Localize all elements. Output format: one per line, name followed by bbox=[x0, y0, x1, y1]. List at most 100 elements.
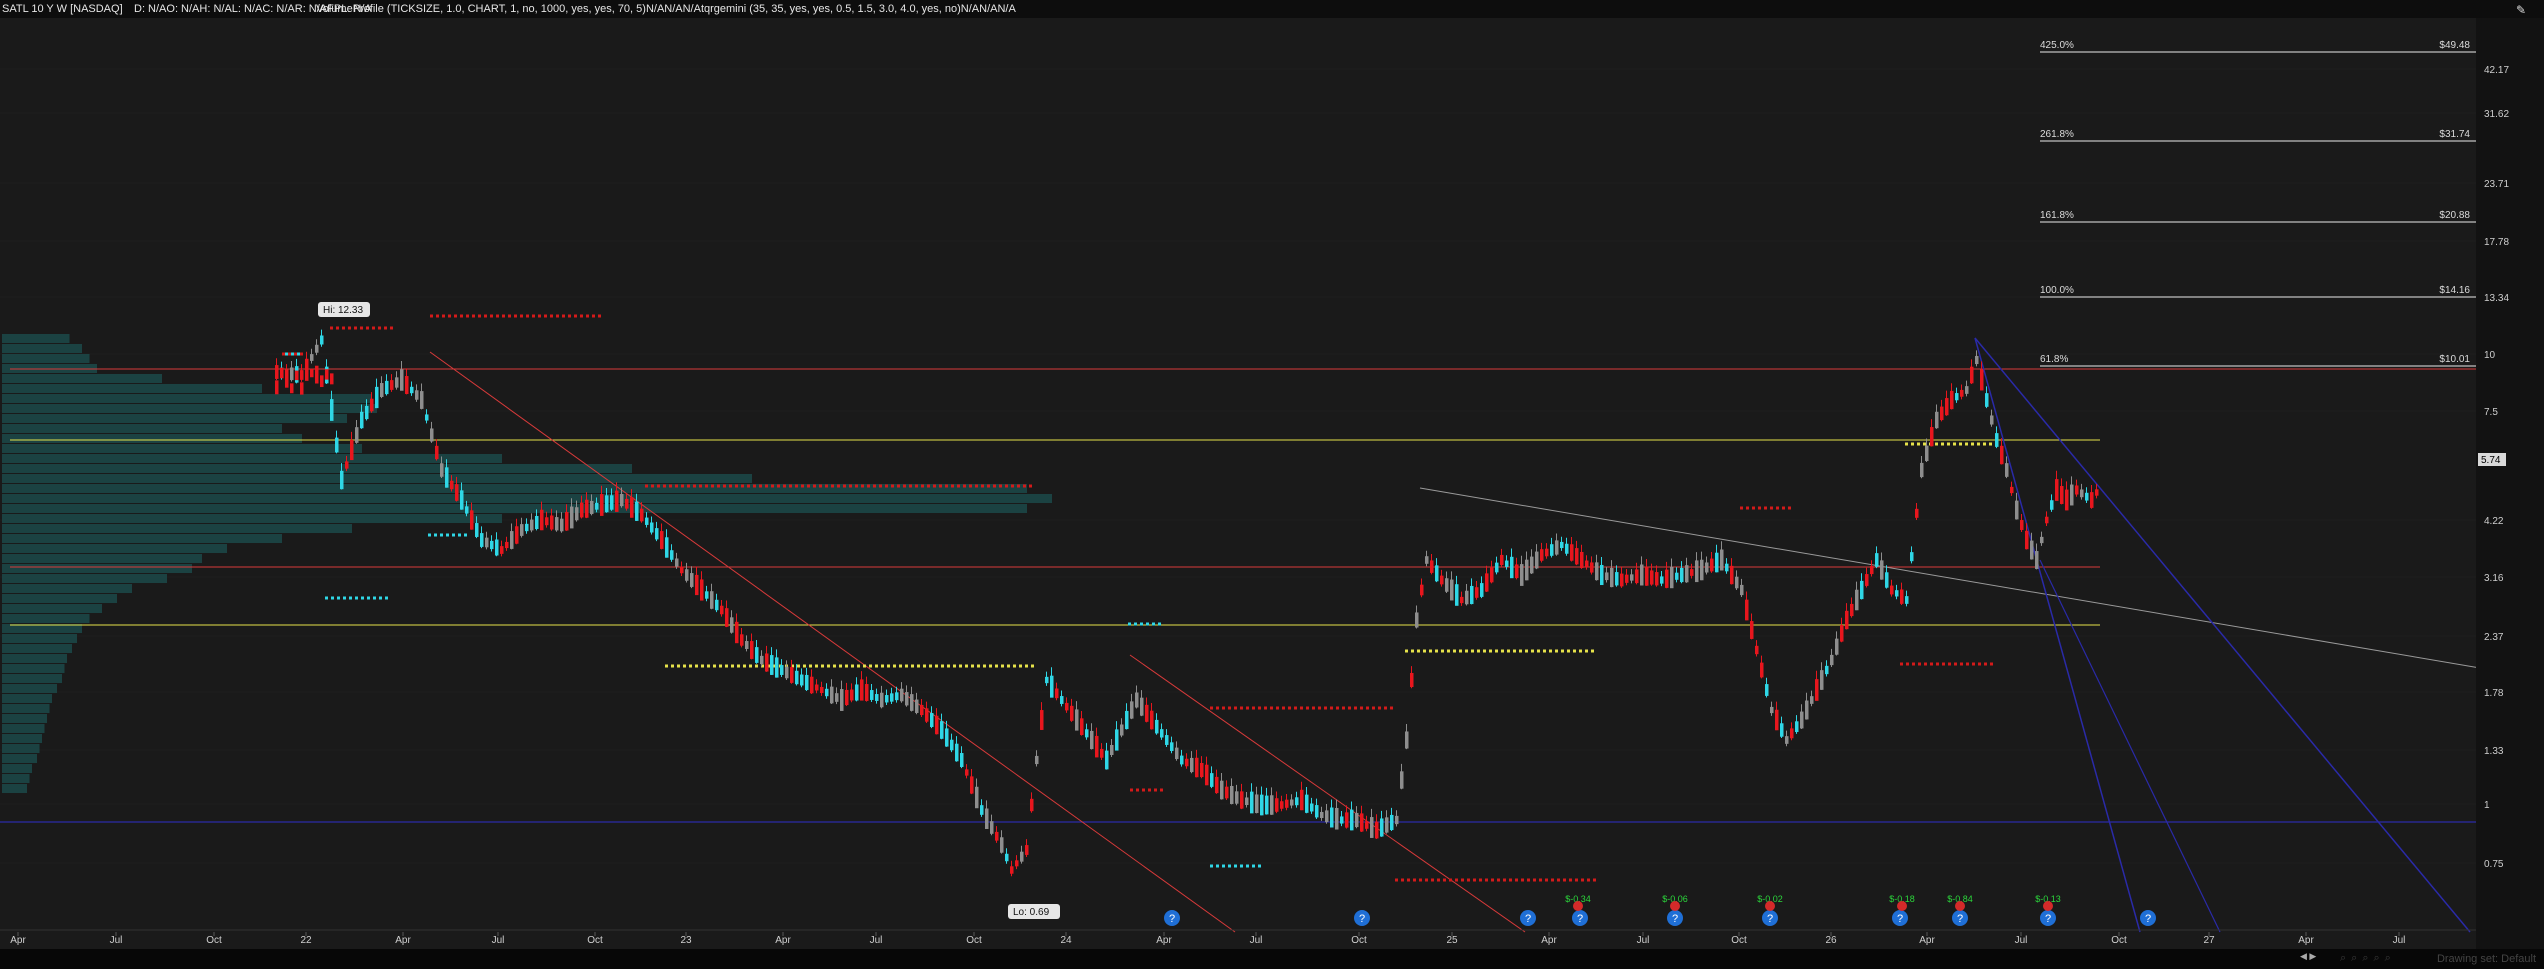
signal-dot bbox=[580, 314, 583, 318]
chart-window[interactable]: SATL 10 Y W [NASDAQ] D: N/AO: N/AH: N/AL… bbox=[0, 0, 2544, 969]
candle-body bbox=[1980, 369, 1984, 391]
signal-dot bbox=[989, 664, 992, 668]
candle-body bbox=[425, 414, 429, 421]
signal-dot bbox=[1489, 649, 1492, 653]
candle-body bbox=[405, 376, 409, 394]
signal-dot bbox=[1429, 649, 1432, 653]
candle-body bbox=[860, 679, 864, 701]
signal-dot bbox=[795, 484, 798, 488]
signal-dot bbox=[1007, 664, 1010, 668]
time-axis[interactable]: Apr Jul Oct 22 Apr Jul Oct 23 Apr Jul Oct 24 Apr Jul O… bbox=[0, 929, 2476, 946]
candle-body bbox=[835, 693, 839, 702]
candle-body bbox=[1630, 574, 1634, 581]
signal-dot bbox=[1128, 622, 1131, 626]
candle-body bbox=[505, 541, 509, 549]
drawing-set-label[interactable]: Drawing set: Default bbox=[2437, 953, 2536, 965]
candle-body bbox=[1775, 709, 1779, 731]
signal-dot bbox=[729, 484, 732, 488]
volume-bar bbox=[2, 774, 30, 783]
signal-dot bbox=[1330, 706, 1333, 710]
time-tick-label: 24 bbox=[1060, 935, 1072, 946]
candle-body bbox=[1065, 702, 1069, 711]
volume-bar bbox=[2, 534, 282, 543]
event-markers[interactable]: ????????? ?$-0.34 $-0.06 $-0.02 $-0.18 $-0.84… bbox=[1164, 894, 2156, 926]
candle-body bbox=[1420, 584, 1424, 596]
candle-body bbox=[455, 484, 459, 501]
signal-dot bbox=[717, 484, 720, 488]
signal-dot bbox=[1569, 878, 1572, 882]
signal-dot bbox=[568, 314, 571, 318]
time-tick-label: Jul bbox=[2393, 935, 2406, 946]
signal-dot bbox=[813, 484, 816, 488]
candle-body bbox=[1055, 688, 1059, 699]
candle-body bbox=[1100, 748, 1104, 758]
signal-dot bbox=[843, 484, 846, 488]
volume-bar bbox=[2, 704, 50, 713]
candle-body bbox=[1480, 583, 1484, 597]
signal-dot bbox=[1136, 788, 1139, 792]
time-tick-label: Jul bbox=[870, 935, 883, 946]
toolbar-icons[interactable]: ⌕⌕⌕⌕⌕ bbox=[2340, 952, 2396, 965]
candle-body bbox=[1955, 393, 1959, 401]
signal-dot bbox=[1918, 662, 1921, 666]
candle-body bbox=[1805, 700, 1809, 720]
volume-bar bbox=[2, 464, 632, 473]
candle-body bbox=[345, 461, 349, 469]
signal-dot bbox=[1222, 706, 1225, 710]
signal-dot bbox=[1960, 662, 1963, 666]
fibonacci-extension[interactable]: 425.0% $49.48 261.8% $31.74 161.8% $20.88 100.… bbox=[2040, 40, 2478, 367]
signal-dot bbox=[373, 596, 376, 600]
price-tick-label: 42.17 bbox=[2484, 65, 2509, 76]
candle-body bbox=[895, 692, 899, 701]
signal-dot bbox=[1776, 506, 1779, 510]
signal-dot bbox=[1983, 442, 1986, 446]
candle-body bbox=[630, 497, 634, 518]
price-chart[interactable]: 425.0% $49.48261.8% $31.74161.8% $20.88100.… bbox=[0, 0, 2544, 969]
volume-bar bbox=[2, 504, 1027, 513]
candle-body bbox=[535, 515, 539, 530]
candle-body bbox=[515, 526, 519, 544]
signal-dot bbox=[354, 326, 357, 330]
price-axis[interactable]: 42.17 31.62 23.71 17.78 13.34 10 7.5 4.22 3.16 2.… bbox=[2476, 18, 2544, 949]
candle-body bbox=[580, 502, 584, 518]
scroll-arrows-icon[interactable]: ◀ ▶ bbox=[2300, 951, 2316, 962]
signal-dot bbox=[1336, 706, 1339, 710]
time-tick-label: Apr bbox=[395, 935, 411, 946]
signal-dot bbox=[1770, 506, 1773, 510]
signal-dot bbox=[893, 664, 896, 668]
signal-dot bbox=[677, 664, 680, 668]
candle-body bbox=[1950, 390, 1954, 410]
candle-body bbox=[810, 676, 814, 694]
candle-body bbox=[1005, 853, 1009, 862]
signal-dot bbox=[1234, 706, 1237, 710]
volume-bar bbox=[2, 334, 70, 343]
signal-dot bbox=[1519, 649, 1522, 653]
signal-dot bbox=[1276, 706, 1279, 710]
candle-body bbox=[1015, 860, 1019, 867]
candle-body bbox=[1360, 813, 1364, 832]
event-marker-glyph: ? bbox=[1359, 913, 1365, 925]
signal-dot bbox=[855, 484, 858, 488]
candle-body bbox=[1280, 801, 1284, 809]
candle-body bbox=[1530, 556, 1534, 574]
candle-body bbox=[480, 533, 484, 547]
candle-body bbox=[1050, 675, 1054, 698]
candle-body bbox=[585, 499, 589, 518]
candle-body bbox=[1210, 773, 1214, 787]
trendline-grey bbox=[1419, 487, 2481, 669]
time-tick-label: Apr bbox=[10, 935, 26, 946]
candle-body bbox=[570, 506, 574, 529]
signal-dot bbox=[725, 664, 728, 668]
signal-dot bbox=[452, 533, 455, 537]
candle-body bbox=[1485, 573, 1489, 592]
signal-dot bbox=[899, 664, 902, 668]
candle-body bbox=[1935, 411, 1939, 429]
candle-body bbox=[620, 493, 624, 507]
signal-dot bbox=[1154, 788, 1157, 792]
signal-dot bbox=[1495, 649, 1498, 653]
candle-body bbox=[2025, 530, 2029, 550]
volume-bar bbox=[2, 664, 65, 673]
candle-body bbox=[1150, 710, 1154, 730]
candle-body bbox=[805, 674, 809, 691]
fib-level-pct: 161.8% bbox=[2040, 210, 2074, 221]
